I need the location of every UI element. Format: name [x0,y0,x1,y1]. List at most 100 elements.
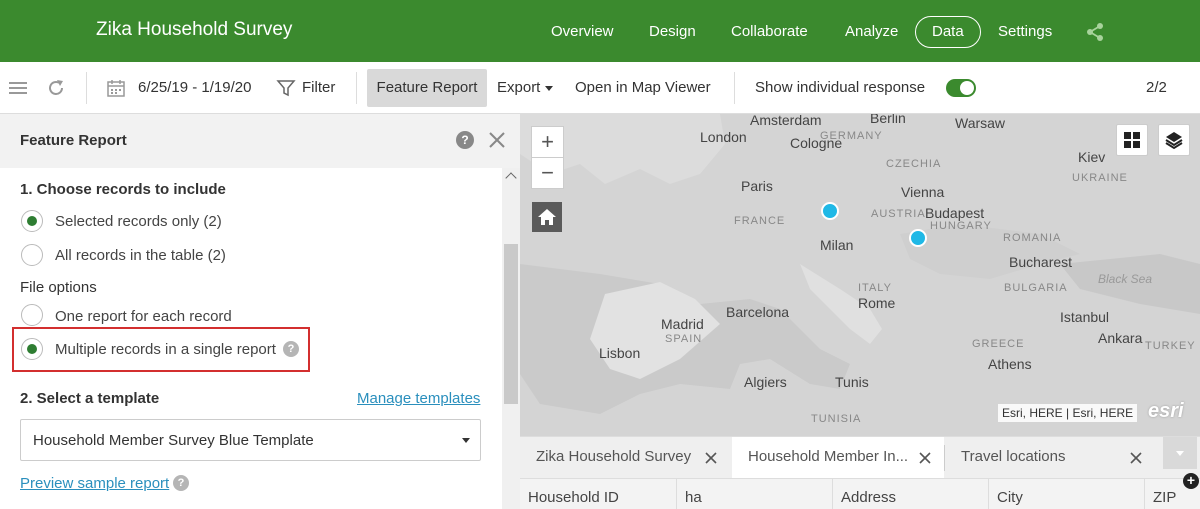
map-label: Black Sea [1098,272,1153,286]
menu-icon[interactable] [8,78,28,98]
calendar-icon[interactable] [106,78,126,98]
multiple-records-label[interactable]: Multiple records in a single report [55,341,276,358]
radio-all-records[interactable] [21,244,43,266]
map-label: Kiev [1078,149,1106,165]
nav-design[interactable]: Design [649,16,696,48]
date-range[interactable]: 6/25/19 - 1/19/20 [138,62,251,114]
map-label: CZECHIA [886,158,942,170]
map-label: Rome [858,295,896,311]
chevron-down-icon [545,86,553,91]
template-select[interactable]: Household Member Survey Blue Template [20,419,481,461]
table-tabs: Zika Household Survey Household Member I… [520,436,1200,479]
map-label: ROMANIA [1003,232,1062,244]
column-ha[interactable]: ha [676,479,832,509]
map-label: Cologne [790,135,843,151]
column-household-id[interactable]: Household ID [520,479,676,509]
radio-one-report[interactable] [21,304,43,326]
map-label: SPAIN [665,333,703,345]
refresh-icon[interactable] [46,78,66,98]
template-select-value: Household Member Survey Blue Template [33,432,314,449]
map-attribution[interactable]: Esri, HERE | Esri, HERE [998,404,1138,422]
filter-icon[interactable] [276,78,296,98]
zoom-out-button[interactable]: − [532,158,563,189]
add-column-icon[interactable]: + [1183,473,1199,489]
map-label: Milan [820,237,854,253]
zoom-in-button[interactable]: + [532,127,563,158]
file-options-heading: File options [20,279,97,296]
close-icon[interactable] [487,130,507,150]
home-icon [538,209,556,225]
tab-label: Zika Household Survey [536,448,692,465]
map-label: UKRAINE [1072,172,1128,184]
preview-sample-report-link[interactable]: Preview sample report [20,475,169,492]
export-button[interactable]: Export [497,62,540,114]
map-label: BULGARIA [1004,282,1068,294]
toolbar-divider [734,72,735,104]
page-counter: 2/2 [1146,79,1167,96]
layers-button[interactable] [1158,124,1190,156]
manage-templates-link[interactable]: Manage templates [357,390,480,407]
map-label: Istanbul [1060,309,1110,325]
basemap-gallery-button[interactable] [1116,124,1148,156]
share-icon[interactable] [1085,22,1105,42]
feature-report-button[interactable]: Feature Report [367,69,487,107]
help-icon[interactable]: ? [173,475,189,491]
map-view[interactable]: Amsterdam Berlin Warsaw London GERMANY C… [520,114,1200,436]
toolbar: 6/25/19 - 1/19/20 Filter Feature Report … [0,62,1200,114]
scroll-thumb[interactable] [504,244,518,404]
map-label: TUNISIA [811,413,862,425]
map-label: Amsterdam [750,114,822,128]
map-label: TURKEY [1145,340,1196,352]
selected-records-label[interactable]: Selected records only (2) [55,213,222,230]
section-select-template: 2. Select a template [20,390,160,407]
nav-analyze[interactable]: Analyze [845,16,898,48]
grid-icon [1124,132,1140,148]
show-individual-label: Show individual response [755,79,926,96]
tab-travel-locations[interactable]: Travel locations [945,437,1157,479]
app-title[interactable]: Zika Household Survey [96,19,292,41]
toolbar-divider [356,72,357,104]
nav-data[interactable]: Data [915,16,981,48]
zoom-control: + − [531,126,564,189]
map-label: Budapest [925,205,985,221]
tab-household-member[interactable]: Household Member In... [732,437,944,479]
map-label: Barcelona [726,304,790,320]
show-individual-toggle[interactable] [946,79,976,97]
panel-scrollbar[interactable] [502,168,520,509]
map-label: Athens [988,356,1032,372]
column-city[interactable]: City [988,479,1144,509]
map-label: Ankara [1098,330,1143,346]
open-map-viewer-button[interactable]: Open in Map Viewer [575,62,711,114]
nav-settings[interactable]: Settings [998,16,1052,48]
map-label: ITALY [858,282,892,294]
map-label: Bucharest [1009,254,1073,270]
chevron-up-icon[interactable] [505,172,517,184]
tabs-overflow-button[interactable] [1163,437,1197,469]
tab-label: Travel locations [961,448,1066,465]
help-icon[interactable]: ? [283,341,299,357]
close-icon[interactable] [918,451,932,465]
home-button[interactable] [532,202,562,232]
one-report-label[interactable]: One report for each record [55,308,232,325]
help-icon[interactable]: ? [456,131,474,149]
esri-logo: esri [1148,400,1184,422]
layers-icon [1165,132,1183,150]
map-label: Vienna [901,184,945,200]
toggle-knob [960,81,974,95]
all-records-label[interactable]: All records in the table (2) [55,247,226,264]
radio-multiple-records[interactable] [21,338,43,360]
close-icon[interactable] [704,451,718,465]
map-marker[interactable] [909,229,927,247]
tab-zika-household-survey[interactable]: Zika Household Survey [520,437,732,479]
radio-selected-records[interactable] [21,210,43,232]
map-label: Algiers [744,374,787,390]
map-label: Warsaw [955,115,1006,131]
map-label: FRANCE [734,215,786,227]
filter-button[interactable]: Filter [302,62,335,114]
close-icon[interactable] [1129,451,1143,465]
nav-collaborate[interactable]: Collaborate [731,16,808,48]
column-address[interactable]: Address [832,479,988,509]
map-label: AUSTRIA [871,208,926,220]
map-marker[interactable] [821,202,839,220]
nav-overview[interactable]: Overview [551,16,614,48]
